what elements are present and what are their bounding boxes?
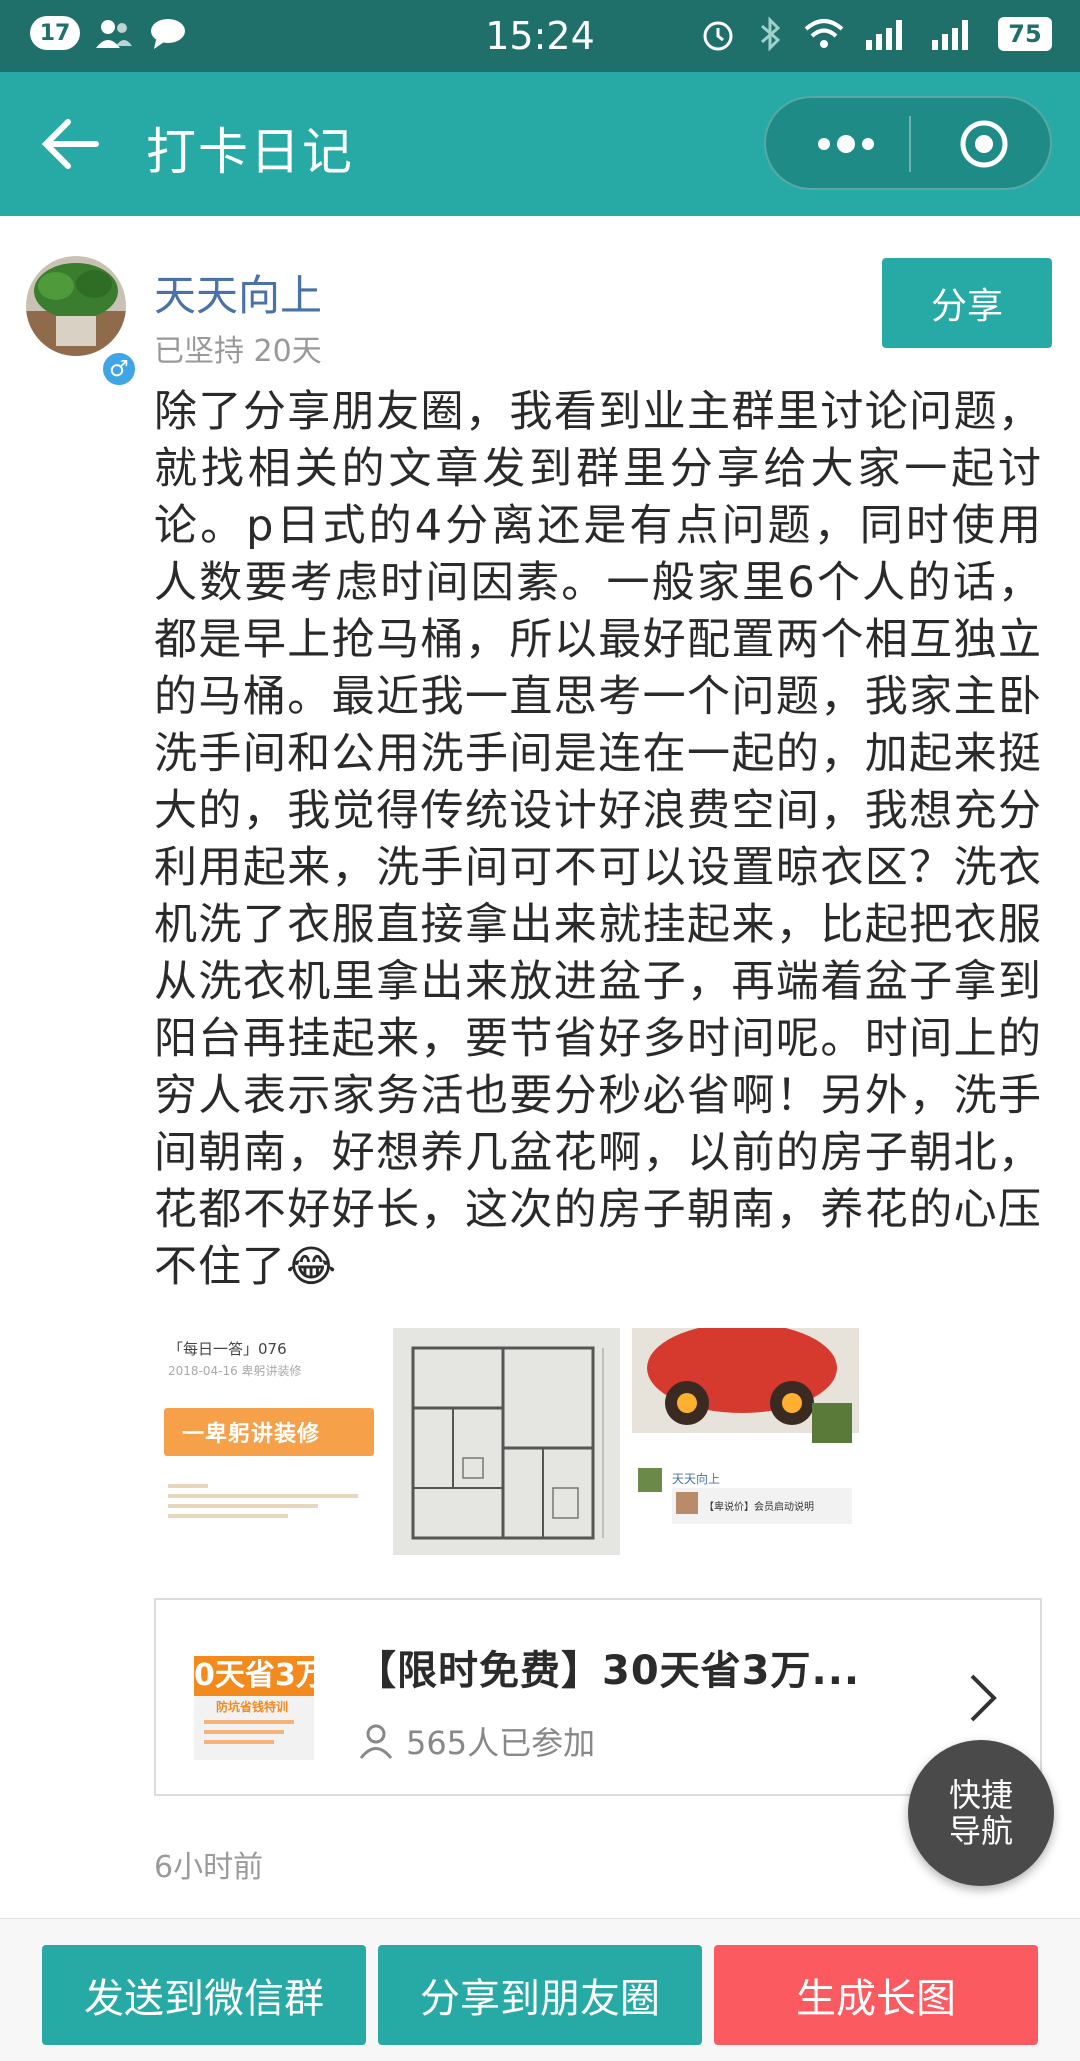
- share-to-moments-button[interactable]: 分享到朋友圈: [378, 1945, 702, 2045]
- bluetooth-icon: [761, 16, 781, 52]
- image-3-username: 天天向上: [672, 1472, 721, 1486]
- post-image-2-floorplan[interactable]: [393, 1328, 620, 1555]
- more-dots-icon[interactable]: [796, 118, 896, 170]
- course-cover-sub: 防坑省钱特训: [216, 1700, 289, 1714]
- course-cover-image: 0天省3万 防坑省钱特训: [194, 1642, 314, 1760]
- capsule-divider: [909, 116, 911, 172]
- signal-icon-2: [932, 20, 968, 50]
- quick-nav-line2: 导航: [948, 1812, 1013, 1850]
- course-participants: 565人已参加: [356, 1718, 595, 1764]
- username[interactable]: 天天向上: [154, 262, 322, 323]
- quick-nav-line1: 快捷: [948, 1776, 1013, 1814]
- course-title: 【限时免费】30天省3万...: [356, 1648, 861, 1694]
- status-bar: 17 15:24 75: [0, 0, 1080, 72]
- mini-program-capsule: [764, 96, 1052, 190]
- person-icon: [359, 1724, 393, 1759]
- post-content: 除了分享朋友圈，我看到业主群里讨论问题，就找相关的文章发到群里分享给大家一起讨论…: [154, 387, 1042, 1292]
- image-1-banner-text: 一卑躬讲装修: [182, 1422, 321, 1447]
- wifi-icon: [804, 19, 844, 48]
- battery-indicator: 75: [998, 17, 1052, 51]
- image-1-title: 「每日一答」076: [168, 1340, 287, 1358]
- alarm-icon: [703, 21, 733, 51]
- quick-nav-button[interactable]: 快捷 导航: [908, 1740, 1054, 1886]
- chevron-right-icon: [970, 1674, 997, 1722]
- image-1-lines: [168, 1478, 358, 1524]
- share-button[interactable]: 分享: [882, 258, 1052, 348]
- post-time: 6小时前: [154, 1850, 264, 1885]
- image-3-message: 【卑说价】会员启动说明: [704, 1502, 814, 1513]
- streak-days: 已坚持 20天: [154, 334, 322, 369]
- bottom-action-bar: 发送到微信群 分享到朋友圈 生成长图: [0, 1918, 1080, 2061]
- post-images: 「每日一答」076 2018-04-16 卑躬讲装修 一卑躬讲装修 天天向上 【…: [154, 1328, 859, 1555]
- avatar[interactable]: [26, 256, 126, 356]
- app-header: 打卡日记: [0, 72, 1080, 216]
- send-to-wechat-group-button[interactable]: 发送到微信群: [42, 1945, 366, 2045]
- course-cover-text: 0天省3万: [194, 1656, 314, 1696]
- post-image-3-chat[interactable]: 天天向上 【卑说价】会员启动说明: [632, 1328, 859, 1555]
- post-image-1[interactable]: 「每日一答」076 2018-04-16 卑躬讲装修 一卑躬讲装修: [154, 1328, 381, 1555]
- male-gender-icon: ♂: [100, 350, 138, 388]
- signal-icon-1: [866, 20, 902, 50]
- generate-long-image-button[interactable]: 生成长图: [714, 1945, 1038, 2045]
- course-card[interactable]: 0天省3万 防坑省钱特训 【限时免费】30天省3万... 565人已参加: [154, 1598, 1042, 1796]
- image-1-banner: 一卑躬讲装修: [164, 1408, 374, 1456]
- target-circle-icon[interactable]: [954, 118, 1014, 170]
- image-1-date: 2018-04-16 卑躬讲装修: [168, 1364, 302, 1378]
- arrow-left-icon[interactable]: [40, 116, 100, 172]
- page-title: 打卡日记: [146, 123, 354, 181]
- participant-count: 565人已参加: [406, 1724, 596, 1762]
